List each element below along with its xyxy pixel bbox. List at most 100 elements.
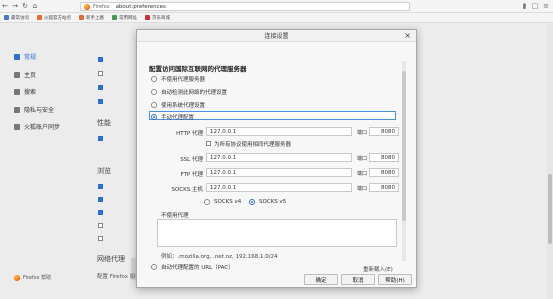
http-port-label: 端口 <box>357 130 368 136</box>
dialog-scrollbar-thumb[interactable] <box>402 71 406 221</box>
browser-toolbar: ← → ↻ ⌂ Firefox about:preferences ▮ □ ≡ <box>0 0 553 13</box>
dialog-body: 配置访问国际互联网的代理服务器 不使用代理服务器 自动检测此网络的代理设置 使用… <box>137 43 416 288</box>
setting-checkbox[interactable] <box>98 99 103 104</box>
setting-checkbox[interactable] <box>98 85 103 90</box>
ftp-proxy-label: FTP 代理 <box>180 172 204 178</box>
radio-button[interactable] <box>151 114 157 120</box>
socks-host-input[interactable]: 127.0.0.1 <box>206 183 352 192</box>
firefox-help-link[interactable]: Firefox 帮助 <box>14 274 51 281</box>
bookmark-label: 京东商城 <box>152 15 170 21</box>
page-scrollbar[interactable] <box>547 24 553 299</box>
close-icon[interactable]: × <box>404 31 411 40</box>
bookmark-item[interactable]: 最常访问 <box>4 15 29 21</box>
no-proxy-for-textarea[interactable] <box>157 219 397 247</box>
setting-checkbox[interactable] <box>98 184 103 189</box>
connection-settings-dialog: 连接设置 × 配置访问国际互联网的代理服务器 不使用代理服务器 自动检测此网络的… <box>136 29 417 288</box>
bookmark-icon <box>112 15 117 20</box>
sidebar-item-search[interactable]: 搜索 <box>14 87 36 96</box>
url-bar[interactable]: Firefox about:preferences <box>80 2 410 11</box>
radio-label: 使用系统代理设置 <box>161 103 206 109</box>
ssl-port-input[interactable]: 8080 <box>369 153 399 162</box>
sidebar-item-label: 常规 <box>24 54 37 61</box>
dialog-scrollbar[interactable] <box>402 61 406 261</box>
bookmark-icon <box>37 15 42 20</box>
http-proxy-label: HTTP 代理 <box>176 131 203 137</box>
bookmark-icon <box>145 15 150 20</box>
ftp-port-input[interactable]: 8080 <box>369 168 399 177</box>
sidebar-item-privacy[interactable]: 隐私与安全 <box>14 105 54 114</box>
search-icon <box>14 88 20 95</box>
dialog-content: 配置访问国际互联网的代理服务器 不使用代理服务器 自动检测此网络的代理设置 使用… <box>147 43 400 288</box>
url-text: about:preferences <box>115 3 166 10</box>
bookmark-label: 常用网址 <box>119 15 137 21</box>
performance-heading: 性能 <box>97 119 111 127</box>
share-settings-label: 为所有协议使用相同代理服务器 <box>214 142 292 148</box>
bookmark-item[interactable]: 常用网址 <box>112 15 137 21</box>
sidebar-toggle-icon[interactable]: □ <box>532 2 539 10</box>
ssl-port-label: 端口 <box>357 156 368 162</box>
ok-button[interactable]: 确定 <box>304 274 338 285</box>
back-icon[interactable]: ← <box>0 1 10 11</box>
radio-socks-v4[interactable]: SOCKS v4 <box>204 199 241 205</box>
proxy-section-heading: 配置访问国际互联网的代理服务器 <box>149 65 247 73</box>
page-scrollbar-thumb[interactable] <box>548 174 552 244</box>
radio-button[interactable] <box>151 102 157 108</box>
radio-button[interactable] <box>151 89 157 95</box>
sidebar-item-general[interactable]: 常规 <box>14 52 36 61</box>
ftp-port-label: 端口 <box>357 171 368 177</box>
radio-socks-v5[interactable]: SOCKS v5 <box>249 199 286 205</box>
bookmarks-bar: 最常访问 火狐官方站点 新手上路 常用网址 京东商城 <box>0 13 553 23</box>
radio-label: SOCKS v4 <box>214 199 242 205</box>
library-icon[interactable]: ▮ <box>523 2 527 10</box>
sidebar-item-home[interactable]: 主页 <box>14 70 36 79</box>
radio-auto-proxy-url[interactable]: 自动代理配置的 URL（PAC） <box>151 263 234 271</box>
bookmark-item[interactable]: 火狐官方站点 <box>37 15 71 21</box>
reload-icon[interactable]: ↻ <box>20 1 30 11</box>
radio-button[interactable] <box>151 76 157 82</box>
ftp-proxy-input[interactable]: 127.0.0.1 <box>206 168 352 177</box>
home-button-icon[interactable]: ⌂ <box>30 1 40 11</box>
ssl-proxy-label: SSL 代理 <box>180 157 203 163</box>
radio-auto-detect[interactable]: 自动检测此网络的代理设置 <box>151 88 227 96</box>
radio-manual-proxy[interactable]: 手动代理配置 <box>151 113 194 121</box>
http-proxy-input[interactable]: 127.0.0.1 <box>206 127 352 136</box>
radio-label: 自动代理配置的 URL（PAC） <box>161 265 234 271</box>
cancel-button[interactable]: 取消 <box>341 274 375 285</box>
share-settings-checkbox[interactable] <box>206 141 211 146</box>
setting-checkbox[interactable] <box>98 57 103 62</box>
sync-icon <box>14 123 20 130</box>
toolbar-actions: ▮ □ ≡ <box>523 2 549 10</box>
bookmark-icon <box>4 15 9 20</box>
socks-port-input[interactable]: 8080 <box>369 183 399 192</box>
radio-system-proxy[interactable]: 使用系统代理设置 <box>151 101 205 109</box>
sidebar-item-label: 火狐账户同步 <box>24 124 61 131</box>
setting-checkbox[interactable] <box>98 210 103 215</box>
radio-label: 手动代理配置 <box>161 115 195 121</box>
radio-no-proxy[interactable]: 不使用代理服务器 <box>151 75 205 83</box>
setting-checkbox[interactable] <box>98 71 103 76</box>
bookmark-label: 火狐官方站点 <box>44 15 71 21</box>
menu-icon[interactable]: ≡ <box>543 2 549 10</box>
ssl-proxy-input[interactable]: 127.0.0.1 <box>206 153 352 162</box>
dialog-titlebar: 连接设置 × <box>137 30 416 42</box>
setting-checkbox[interactable] <box>98 236 103 241</box>
http-port-input[interactable]: 8080 <box>369 127 399 136</box>
socks-port-label: 端口 <box>357 186 368 192</box>
radio-button[interactable] <box>249 199 255 205</box>
forward-icon[interactable]: → <box>10 1 20 11</box>
sidebar-item-sync[interactable]: 火狐账户同步 <box>14 122 60 131</box>
bookmark-item[interactable]: 新手上路 <box>79 15 104 21</box>
network-proxy-heading: 网络代理 <box>97 255 125 263</box>
radio-label: 自动检测此网络的代理设置 <box>161 90 228 96</box>
setting-checkbox[interactable] <box>98 136 103 141</box>
radio-button[interactable] <box>204 199 210 205</box>
radio-button[interactable] <box>151 264 157 270</box>
sidebar-item-label: 搜索 <box>24 89 37 96</box>
help-button[interactable]: 帮助(H) <box>378 274 412 285</box>
reload-pac-button[interactable]: 重新载入(E) <box>363 265 393 273</box>
bookmark-label: 最常访问 <box>11 15 29 21</box>
help-label: Firefox 帮助 <box>23 275 52 281</box>
setting-checkbox[interactable] <box>98 197 103 202</box>
bookmark-item[interactable]: 京东商城 <box>145 15 170 21</box>
setting-checkbox[interactable] <box>98 223 103 228</box>
